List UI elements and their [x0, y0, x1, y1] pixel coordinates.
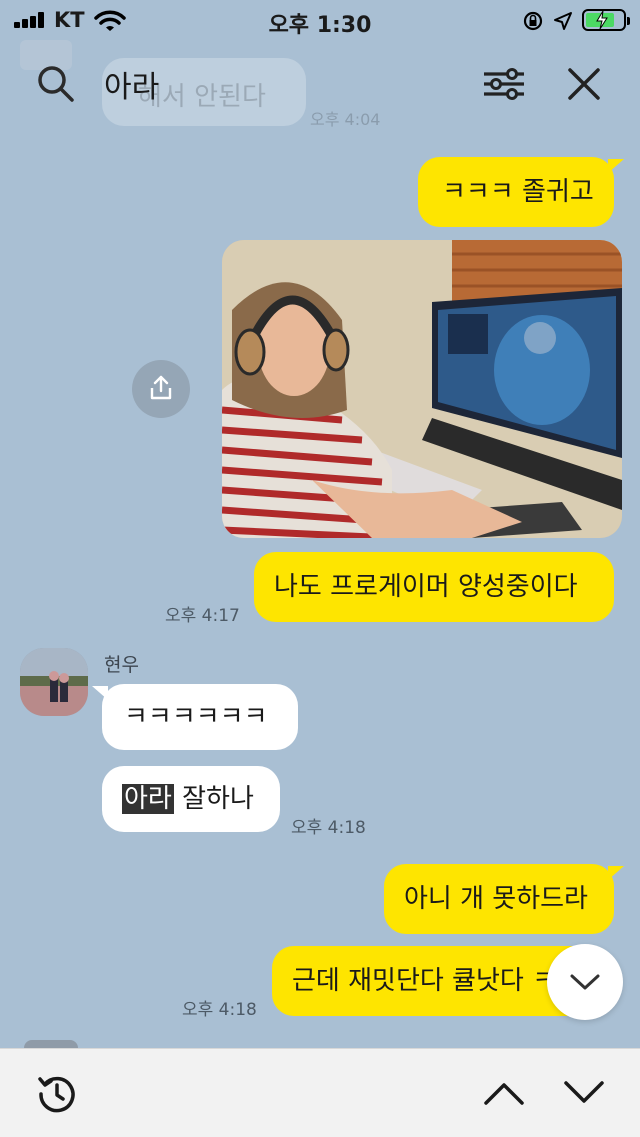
- bubble-tail: [608, 159, 624, 173]
- my-message-bubble[interactable]: 아니 개 못하드라: [384, 864, 614, 934]
- my-message-bubble[interactable]: 나도 프로게이머 양성중이다: [254, 552, 614, 622]
- search-highlight: 아라: [122, 784, 174, 814]
- status-time: 오후 1:30: [268, 13, 372, 38]
- search-input[interactable]: 아라: [104, 62, 159, 106]
- avatar[interactable]: [20, 648, 88, 716]
- location-icon: [554, 12, 572, 30]
- status-bar: KT 오후 1:30: [0, 0, 640, 40]
- photo-image: [222, 240, 622, 538]
- message-text: 잘하나: [182, 784, 254, 814]
- filter-icon[interactable]: [482, 68, 526, 100]
- rotation-lock-icon: [523, 11, 543, 31]
- share-button[interactable]: [132, 360, 190, 418]
- photo-message[interactable]: [222, 240, 622, 538]
- their-message-bubble[interactable]: 아라 잘하나: [102, 766, 280, 832]
- share-icon: [150, 375, 172, 400]
- bubble-tail: [92, 686, 108, 700]
- message-text: 아니 개 못하드라: [404, 884, 588, 914]
- battery-icon: [582, 9, 630, 31]
- message-time: 오후 4:18: [182, 1000, 257, 1020]
- bottom-toolbar: [0, 1048, 640, 1137]
- my-message-bubble[interactable]: ㅋㅋㅋ 졸귀고: [418, 157, 614, 227]
- search-icon[interactable]: [36, 64, 76, 104]
- next-result-icon[interactable]: [562, 1079, 606, 1107]
- history-icon[interactable]: [36, 1073, 78, 1115]
- bubble-tail: [608, 866, 624, 880]
- sender-name: 현우: [104, 654, 139, 676]
- chevron-down-icon: [570, 974, 600, 990]
- their-message-bubble[interactable]: ㅋㅋㅋㅋㅋㅋ: [102, 684, 298, 750]
- scroll-to-bottom-button[interactable]: [547, 944, 623, 1020]
- message-time: 오후 4:17: [165, 606, 240, 626]
- close-icon[interactable]: [566, 66, 602, 102]
- next-avatar: [24, 1040, 78, 1048]
- message-text: 근데 재밋단다 큘낫다 ㅋ: [292, 966, 556, 996]
- message-time: 오후 4:18: [291, 818, 366, 838]
- message-text: ㅋㅋㅋ 졸귀고: [442, 177, 594, 207]
- avatar-image: [20, 648, 88, 716]
- message-text: ㅋㅋㅋㅋㅋㅋ: [124, 702, 268, 732]
- message-text: 나도 프로게이머 양성중이다: [274, 572, 578, 602]
- faded-message-time: 오후 4:04: [310, 110, 381, 129]
- previous-result-icon[interactable]: [482, 1079, 526, 1107]
